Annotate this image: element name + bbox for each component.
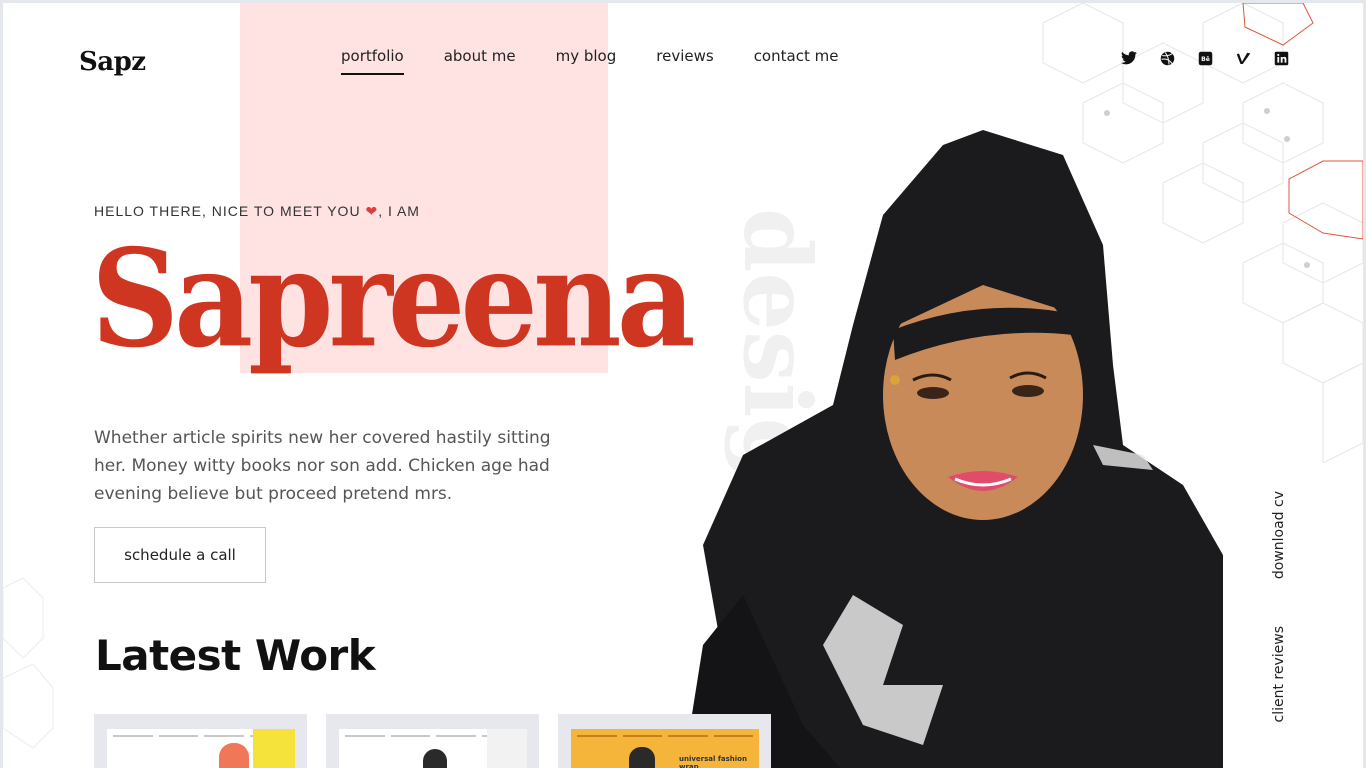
work-card-najnee[interactable]: najnee (326, 714, 539, 768)
vimeo-icon[interactable] (1234, 49, 1252, 67)
card-figure (423, 749, 447, 768)
dribbble-icon[interactable] (1158, 49, 1176, 67)
card-figure (629, 747, 655, 768)
nav-item-portfolio[interactable]: portfolio (341, 47, 404, 75)
nav-item-about-me[interactable]: about me (444, 47, 516, 73)
card-accent (253, 729, 295, 768)
client-reviews-link[interactable]: client reviews (1271, 626, 1287, 723)
schedule-call-button[interactable]: schedule a call (94, 527, 266, 583)
card-preview: universal fashion wrap (571, 729, 759, 768)
hero-bio: Whether article spirits new her covered … (94, 428, 551, 504)
hero-portrait-image (683, 130, 1223, 768)
svg-text:Bē: Bē (1201, 56, 1210, 63)
heart-icon: ❤ (365, 203, 379, 219)
behance-icon[interactable]: Bē (1196, 49, 1214, 67)
hero-name: Sapreena (91, 218, 696, 378)
hero-greeting: HELLO THERE, NICE TO MEET YOU ❤, I AM (94, 203, 420, 220)
card-preview: najnee (339, 729, 527, 768)
linkedin-icon[interactable] (1272, 49, 1290, 67)
card-accent (487, 729, 527, 768)
hexagon-pattern-left (3, 578, 54, 749)
main-nav: portfolio about me my blog reviews conta… (341, 47, 839, 75)
nav-item-my-blog[interactable]: my blog (556, 47, 617, 73)
social-links: Bē (1120, 49, 1290, 67)
nav-item-contact-me[interactable]: contact me (754, 47, 839, 73)
work-card-fashion-wrap[interactable]: universal fashion wrap (558, 714, 771, 768)
work-card-hoodie[interactable]: hoodie (94, 714, 307, 768)
page-frame: Sapz portfolio about me my blog reviews … (0, 0, 1366, 768)
latest-work-cards: hoodie najnee universal fashion wrap (94, 714, 771, 768)
nav-item-reviews[interactable]: reviews (656, 47, 713, 73)
card-figure (219, 743, 249, 768)
latest-work-title: Latest Work (95, 631, 376, 680)
card-preview: hoodie (107, 729, 295, 768)
twitter-icon[interactable] (1120, 49, 1138, 67)
greeting-prefix: HELLO THERE, NICE TO MEET YOU (94, 203, 361, 219)
site-logo[interactable]: Sapz (79, 47, 146, 77)
download-cv-link[interactable]: download cv (1271, 491, 1287, 579)
card-title: universal fashion wrap (679, 755, 747, 768)
greeting-suffix: , I AM (378, 203, 420, 219)
